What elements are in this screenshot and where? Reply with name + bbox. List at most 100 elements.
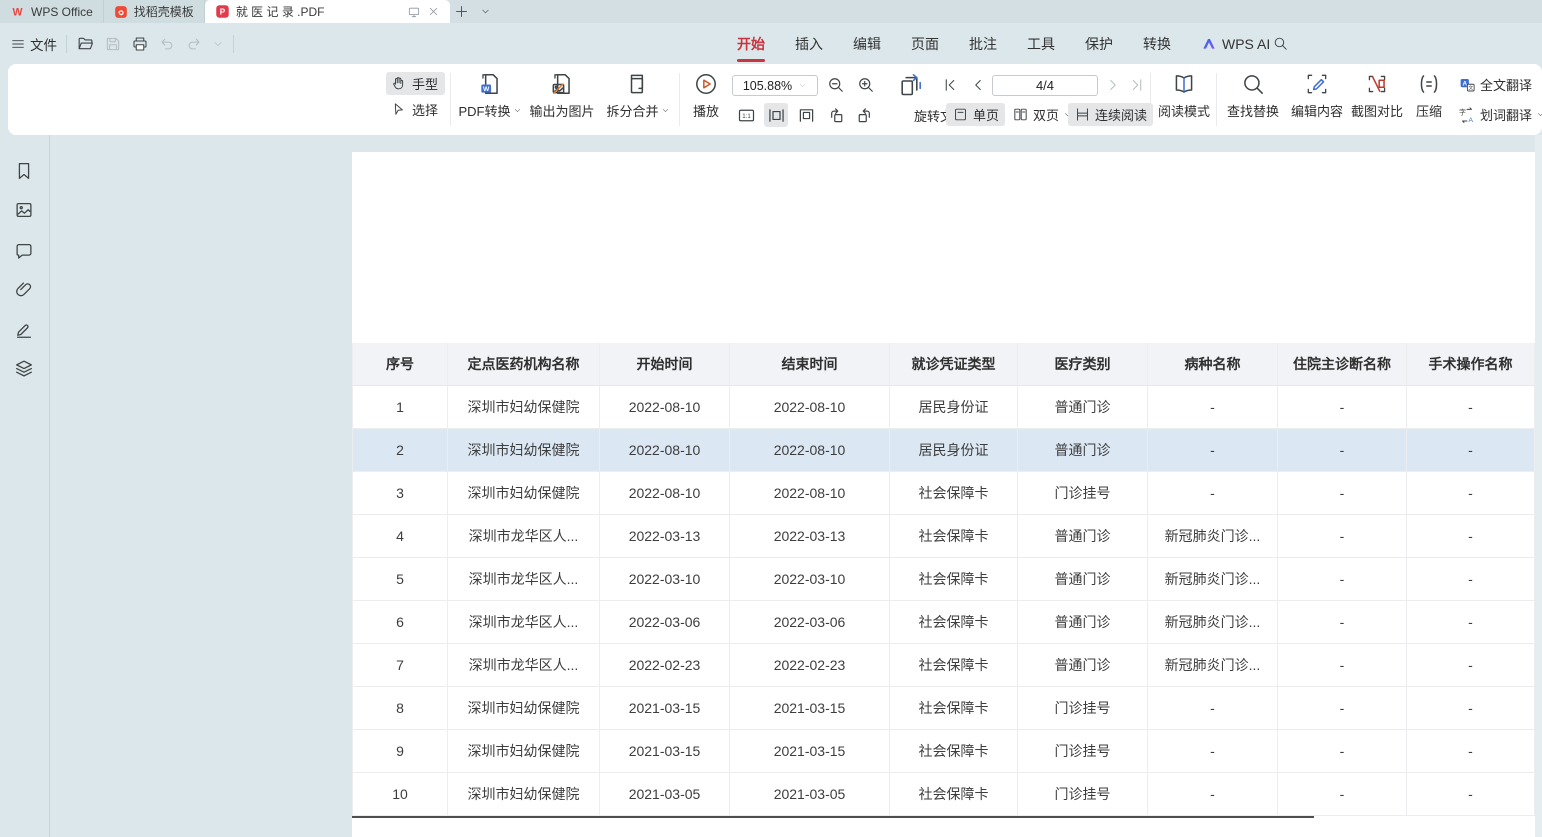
comment-panel-icon[interactable] [13,240,35,262]
vertical-scrollbar[interactable] [1535,135,1542,837]
actual-size-button[interactable]: 1:1 [734,103,758,127]
table-cell: 普通门诊 [1018,429,1148,472]
file-menu-button[interactable]: 文件 [10,34,57,54]
tab-document-pdf[interactable]: P 就 医 记 录 .PDF [205,0,450,23]
word-translate-button[interactable]: 字A 划词翻译 [1458,105,1542,124]
screenshot-compare-label: 截图对比 [1351,101,1403,120]
hand-icon [390,75,407,92]
previous-page-icon[interactable] [969,76,987,94]
menu-item-wps-ai[interactable]: WPS AI [1201,23,1270,64]
table-cell: 9 [353,730,448,773]
play-button[interactable]: 播放 [686,71,726,120]
tab-label: 就 医 记 录 .PDF [236,3,401,20]
table-cell: - [1407,687,1535,730]
close-tab-icon[interactable] [427,5,440,18]
tab-list-chevron-icon[interactable] [474,0,498,23]
present-to-screen-icon[interactable] [407,5,421,19]
table-cell: 社会保障卡 [890,601,1018,644]
table-cell: 7 [353,644,448,687]
docer-icon [114,5,128,19]
table-cell: 普通门诊 [1018,386,1148,429]
table-cell: - [1278,558,1407,601]
export-image-button[interactable]: 输出为图片 [526,71,598,120]
edit-content-button[interactable]: 编辑内容 [1288,71,1346,120]
rotate-pages-icon[interactable] [896,72,923,99]
quick-access-bar: 文件 [10,23,234,64]
thumbnail-panel-icon[interactable] [13,199,35,221]
save-icon[interactable] [104,35,122,53]
zoom-in-icon[interactable] [856,75,876,95]
new-tab-button[interactable] [450,0,474,23]
select-tool-button[interactable]: 选择 [386,98,445,121]
table-row: 3深圳市妇幼保健院2022-08-102022-08-10社会保障卡门诊挂号--… [353,472,1535,515]
menu-item-convert[interactable]: 转换 [1143,23,1171,64]
table-cell: - [1278,386,1407,429]
toolbar-panel: 手型 选择 W PDF转换 输出为图片 拆分合并 播放 105.88% 1: [8,64,1542,135]
table-cell: 深圳市妇幼保健院 [448,472,600,515]
svg-text:1:1: 1:1 [742,112,751,119]
find-replace-button[interactable]: 查找替换 [1224,71,1282,120]
menu-item-comment[interactable]: 批注 [969,23,997,64]
hamburger-icon [10,36,26,52]
table-cell: - [1278,472,1407,515]
pdf-convert-button[interactable]: W PDF转换 [457,71,523,120]
edit-content-icon [1304,71,1330,97]
tab-wps-office[interactable]: W WPS Office [0,0,104,23]
table-cell: 2022-03-13 [730,515,890,558]
signature-panel-icon[interactable] [13,318,35,340]
table-cell: 门诊挂号 [1018,773,1148,816]
menu-item-page[interactable]: 页面 [911,23,939,64]
first-page-icon[interactable] [941,76,959,94]
table-cell: 普通门诊 [1018,601,1148,644]
read-mode-button[interactable]: 阅读模式 [1154,71,1214,120]
open-file-icon[interactable] [76,34,95,53]
read-mode-label: 阅读模式 [1158,101,1210,120]
table-cell: 深圳市龙华区人... [448,515,600,558]
zoom-out-icon[interactable] [826,75,846,95]
table-row: 4深圳市龙华区人...2022-03-132022-03-13社会保障卡普通门诊… [353,515,1535,558]
menu-item-edit[interactable]: 编辑 [853,23,881,64]
rotate-right-icon [854,105,875,126]
single-page-button[interactable]: 单页 [946,103,1005,126]
window-tab-bar: W WPS Office 找稻壳模板 P 就 医 记 录 .PDF [0,0,1542,23]
cursor-icon [390,101,407,118]
compress-button[interactable]: 压缩 [1408,71,1450,120]
table-row: 8深圳市妇幼保健院2021-03-152021-03-15社会保障卡门诊挂号--… [353,687,1535,730]
table-cell: 普通门诊 [1018,644,1148,687]
menu-item-insert[interactable]: 插入 [795,23,823,64]
redo-icon[interactable] [185,35,203,53]
hand-tool-button[interactable]: 手型 [386,72,445,95]
undo-icon[interactable] [158,35,176,53]
table-cell: - [1407,558,1535,601]
print-icon[interactable] [131,35,149,53]
double-page-label: 双页 [1033,105,1059,124]
menu-item-protect[interactable]: 保护 [1085,23,1113,64]
menu-item-home[interactable]: 开始 [737,23,765,64]
last-page-icon[interactable] [1128,76,1146,94]
next-page-icon[interactable] [1104,76,1122,94]
continuous-reading-button[interactable]: 连续阅读 [1068,103,1153,126]
table-cell: 社会保障卡 [890,472,1018,515]
screenshot-compare-button[interactable]: 截图对比 [1348,71,1406,120]
rotate-left-button[interactable] [824,103,848,127]
fit-width-button[interactable] [764,103,788,127]
table-cell: 2022-02-23 [600,644,730,687]
table-cell: - [1407,515,1535,558]
tab-docer-templates[interactable]: 找稻壳模板 [104,0,205,23]
read-mode-icon [1171,71,1197,97]
split-merge-button[interactable]: 拆分合并 [602,71,674,120]
menu-search-icon[interactable] [1272,35,1289,52]
full-translate-button[interactable]: A文 全文翻译 [1458,75,1532,94]
layers-panel-icon[interactable] [13,358,35,380]
bookmark-panel-icon[interactable] [13,160,35,182]
toolbar-divider [679,73,680,126]
page-number-input[interactable]: 4/4 [992,75,1098,96]
fit-page-button[interactable] [794,103,818,127]
zoom-level-dropdown[interactable]: 105.88% [732,75,818,96]
undo-history-chevron-icon[interactable] [212,38,224,50]
rotate-right-button[interactable] [852,103,876,127]
attachment-panel-icon[interactable] [13,279,35,301]
table-cell: 深圳市妇幼保健院 [448,687,600,730]
menu-item-tools[interactable]: 工具 [1027,23,1055,64]
full-translate-icon: A文 [1458,76,1476,94]
